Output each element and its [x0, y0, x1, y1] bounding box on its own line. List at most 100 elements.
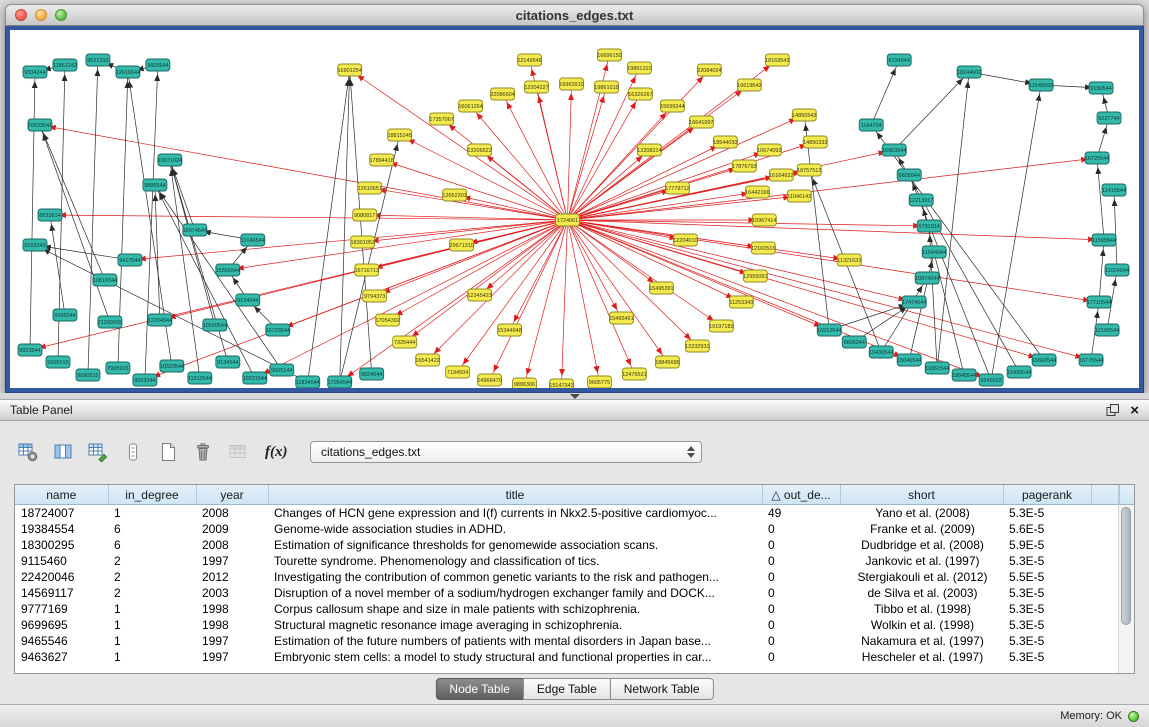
network-node[interactable]: 9334244: [23, 66, 47, 78]
network-node[interactable]: 20633041: [28, 119, 52, 131]
table-row[interactable]: 946554611997Estimation of the future num…: [15, 633, 1119, 649]
network-node[interactable]: 1724061: [556, 214, 580, 226]
create-column-button[interactable]: [84, 438, 112, 466]
column-header-out_degree[interactable]: △ out_de...: [762, 485, 840, 505]
network-node[interactable]: 15495491: [609, 312, 633, 324]
network-node[interactable]: 16164632: [769, 169, 793, 181]
table-row[interactable]: 1830029562008Estimation of significance …: [15, 537, 1119, 553]
window-titlebar[interactable]: citations_edges.txt: [5, 4, 1144, 26]
network-node[interactable]: 15046544: [897, 354, 921, 366]
network-node[interactable]: 8633614: [38, 209, 62, 221]
network-node[interactable]: 12204544: [148, 314, 172, 326]
network-node[interactable]: 11046544: [241, 234, 265, 246]
network-node[interactable]: 17054392: [375, 314, 399, 326]
vertical-scrollbar[interactable]: [1118, 505, 1134, 673]
network-node[interactable]: 9605044: [897, 169, 921, 181]
minimize-window-button[interactable]: [35, 9, 47, 21]
network-node[interactable]: 11834544: [296, 376, 320, 388]
network-node[interactable]: 9090515: [76, 369, 100, 381]
network-node[interactable]: 15974544: [183, 224, 207, 236]
network-node[interactable]: 7905915: [106, 362, 130, 374]
network-node[interactable]: 15495391: [649, 282, 673, 294]
network-node[interactable]: 15565544: [216, 264, 240, 276]
table-row[interactable]: 2242004622012Investigating the contribut…: [15, 569, 1119, 585]
network-node[interactable]: 18544033: [713, 136, 737, 148]
network-node[interactable]: 9794373: [363, 290, 387, 302]
network-node[interactable]: 9227744: [1097, 112, 1121, 124]
network-node[interactable]: 11595844: [1092, 234, 1116, 246]
network-node[interactable]: 16912544: [817, 324, 841, 336]
network-node[interactable]: 18845695: [655, 356, 679, 368]
network-node[interactable]: 13208214: [637, 144, 661, 156]
network-node[interactable]: 10430544: [869, 346, 893, 358]
network-node[interactable]: 19861019: [594, 81, 618, 93]
network-node[interactable]: 18301052: [350, 236, 374, 248]
network-node[interactable]: 9134044: [236, 294, 260, 306]
network-node[interactable]: 10974544: [915, 272, 939, 284]
network-node[interactable]: 9605544: [146, 59, 170, 71]
network-node[interactable]: 1164704: [859, 119, 883, 131]
table-mode-button[interactable]: [14, 438, 42, 466]
network-node[interactable]: 7194504: [446, 366, 470, 378]
network-node[interactable]: 16326267: [628, 88, 652, 100]
network-node[interactable]: 21260655: [98, 316, 122, 328]
network-node[interactable]: 9245022: [979, 374, 1003, 386]
network-node[interactable]: 11544044: [922, 246, 946, 258]
delete-table-button[interactable]: [189, 438, 217, 466]
tab-edge-table[interactable]: Edge Table: [523, 678, 611, 700]
network-node[interactable]: 10197183: [709, 320, 733, 332]
network-node[interactable]: 10500544: [203, 319, 227, 331]
network-node[interactable]: 11861544: [925, 362, 949, 374]
network-node[interactable]: 12232931: [685, 340, 709, 352]
scrollbar-thumb[interactable]: [1121, 507, 1131, 625]
network-node[interactable]: 10071024: [158, 154, 182, 166]
table-row[interactable]: 1456911722003Disruption of a novel membe…: [15, 585, 1119, 601]
network-node[interactable]: 10221544: [243, 372, 267, 384]
network-node[interactable]: 10967414: [752, 214, 776, 226]
network-node[interactable]: 9605144: [270, 364, 294, 376]
table-row[interactable]: 977716911998Corpus callosum shape and si…: [15, 601, 1119, 617]
network-node[interactable]: 12476531: [622, 368, 646, 380]
network-node[interactable]: 15699244: [660, 100, 684, 112]
column-header-name[interactable]: name: [15, 485, 108, 505]
table-row[interactable]: 1872400712008Changes of HCN gene express…: [15, 505, 1119, 522]
table-row[interactable]: 1938455462009Genome-wide association stu…: [15, 521, 1119, 537]
network-node[interactable]: 7325444: [393, 336, 417, 348]
network-node[interactable]: 18845544: [952, 369, 976, 381]
import-table-button[interactable]: [224, 438, 252, 466]
network-node[interactable]: 14850333: [803, 136, 827, 148]
network-node[interactable]: 16696150: [597, 49, 621, 61]
network-node[interactable]: 12652301: [442, 189, 466, 201]
show-columns-button[interactable]: [49, 438, 77, 466]
new-table-button[interactable]: [154, 438, 182, 466]
network-node[interactable]: 10320544: [160, 360, 184, 372]
network-node[interactable]: 11548092: [1029, 79, 1053, 91]
network-node[interactable]: 16660544: [1032, 354, 1056, 366]
network-node[interactable]: 9417044: [118, 254, 142, 266]
network-node[interactable]: 22086604: [490, 88, 514, 100]
network-node[interactable]: 9886306: [513, 378, 537, 388]
network-node[interactable]: 8521310: [86, 54, 110, 66]
rows-button[interactable]: [119, 438, 147, 466]
network-node[interactable]: 10674093: [757, 144, 781, 156]
network-node[interactable]: 17876793: [732, 160, 756, 172]
column-header-year[interactable]: year: [196, 485, 268, 505]
network-node[interactable]: 19861310: [627, 62, 651, 74]
float-panel-icon[interactable]: [1106, 404, 1120, 417]
network-node[interactable]: 16963544: [882, 144, 906, 156]
network-node[interactable]: 17474544: [902, 296, 926, 308]
network-node[interactable]: 12204010: [673, 234, 697, 246]
column-header-short[interactable]: short: [840, 485, 1003, 505]
network-node[interactable]: 11321633: [837, 254, 861, 266]
network-node[interactable]: 16641997: [689, 116, 713, 128]
network-node[interactable]: 16619542: [737, 79, 761, 91]
network-node[interactable]: 10816544: [93, 274, 117, 286]
network-node[interactable]: 22084024: [697, 64, 721, 76]
network-node[interactable]: 18244602: [957, 66, 981, 78]
network-node[interactable]: 9153243: [23, 239, 47, 251]
tab-network-table[interactable]: Network Table: [610, 678, 714, 700]
network-node[interactable]: 11046142: [787, 190, 811, 202]
network-node[interactable]: 17357067: [429, 113, 453, 125]
table-row[interactable]: 969969511998Structural magnetic resonanc…: [15, 617, 1119, 633]
network-node[interactable]: 15344648: [497, 324, 521, 336]
